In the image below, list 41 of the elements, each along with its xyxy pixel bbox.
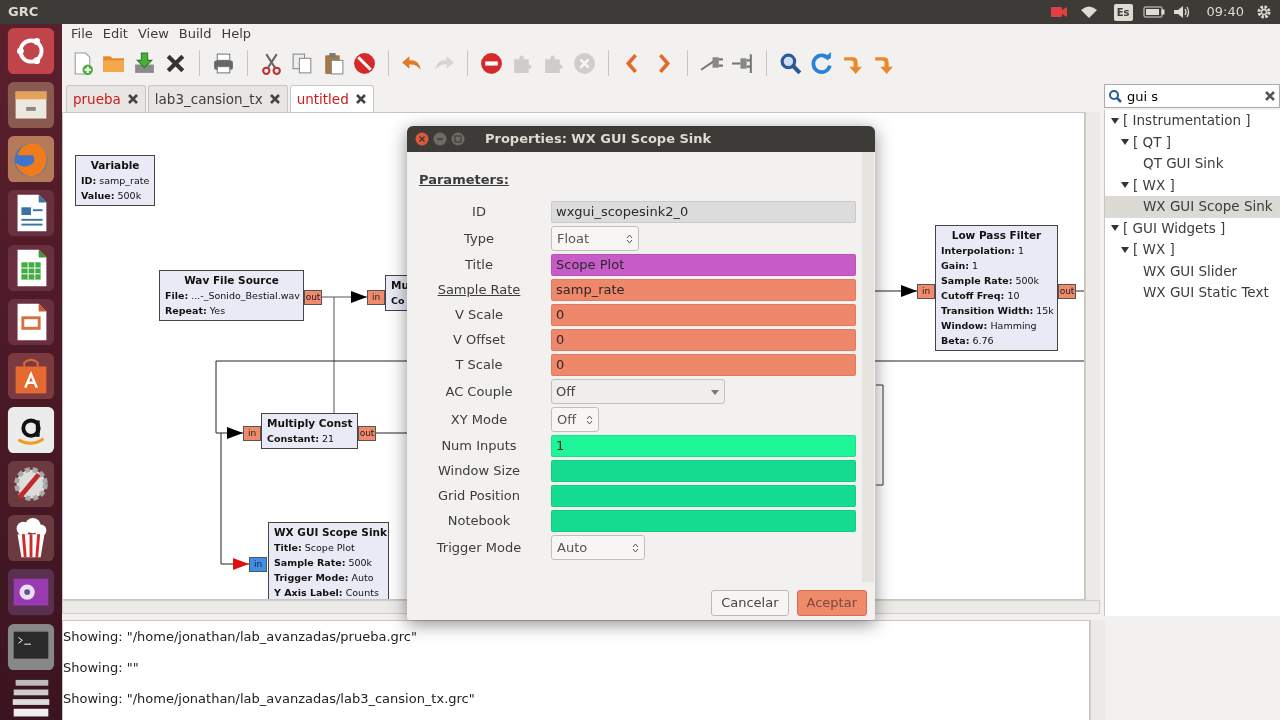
block-param: Y Axis Label: Counts [274, 586, 380, 599]
field-label: V Offset [451, 331, 507, 350]
block-title: Wav File Source [183, 273, 280, 288]
block-title: Variable [89, 158, 141, 173]
block-param: Repeat: Yes [165, 304, 227, 318]
block-param: ID: samp_rate [81, 174, 149, 188]
block-param: Title: Scope Plot [274, 541, 356, 555]
field-label: Notebook [446, 512, 512, 531]
block-param: Value: 500k [81, 189, 143, 203]
dialog-title: Properties: WX GUI Scope Sink [485, 130, 712, 149]
block-param: Trigger Mode: Auto [274, 571, 375, 585]
field-label: Sample Rate [436, 281, 522, 300]
block-param: Sample Rate: 500k [941, 274, 1041, 288]
block-param: Gain: 1 [941, 259, 980, 273]
field-label: AC Couple [444, 382, 514, 401]
section-heading: Parameters: [419, 171, 509, 189]
field-label: Num Inputs [440, 437, 518, 456]
field-label: Title [464, 256, 494, 275]
block-param: Co [391, 294, 406, 308]
app-title: GRC [8, 3, 39, 22]
field-label: XY Mode [449, 410, 509, 429]
log-line: Showing: "/home/jonathan/lab_avanzadas/lab3_cansion_tx.grc" [63, 690, 476, 708]
log-line: Showing: "/home/jonathan/lab_avanzadas/prueba.grc" [63, 628, 418, 646]
field-label: Type [463, 229, 495, 248]
block-title: Multiply Const [267, 416, 352, 431]
field-label: Window Size [436, 462, 522, 481]
block-param: Sample Rate: 500k [274, 556, 374, 570]
block-param: Window: Hamming [941, 319, 1038, 333]
block-param: Constant: 21 [267, 432, 336, 446]
block-param: Beta: 6.76 [941, 334, 995, 348]
block-param: File: ...-_Sonido_Bestial.wav [165, 289, 298, 303]
block-param: Cutoff Freq: 10 [941, 289, 1021, 303]
block-param: Interpolation: 1 [941, 244, 1025, 258]
field-label: V Scale [454, 306, 504, 325]
field-label: Trigger Mode [435, 538, 523, 557]
block-param: Transition Width: 15k [941, 304, 1052, 318]
field-label: ID [471, 203, 487, 222]
log-line: Showing: "" [63, 659, 140, 677]
field-label: T Scale [454, 356, 504, 375]
block-title: Low Pass Filter [950, 228, 1043, 243]
field-label: Grid Position [437, 487, 521, 506]
